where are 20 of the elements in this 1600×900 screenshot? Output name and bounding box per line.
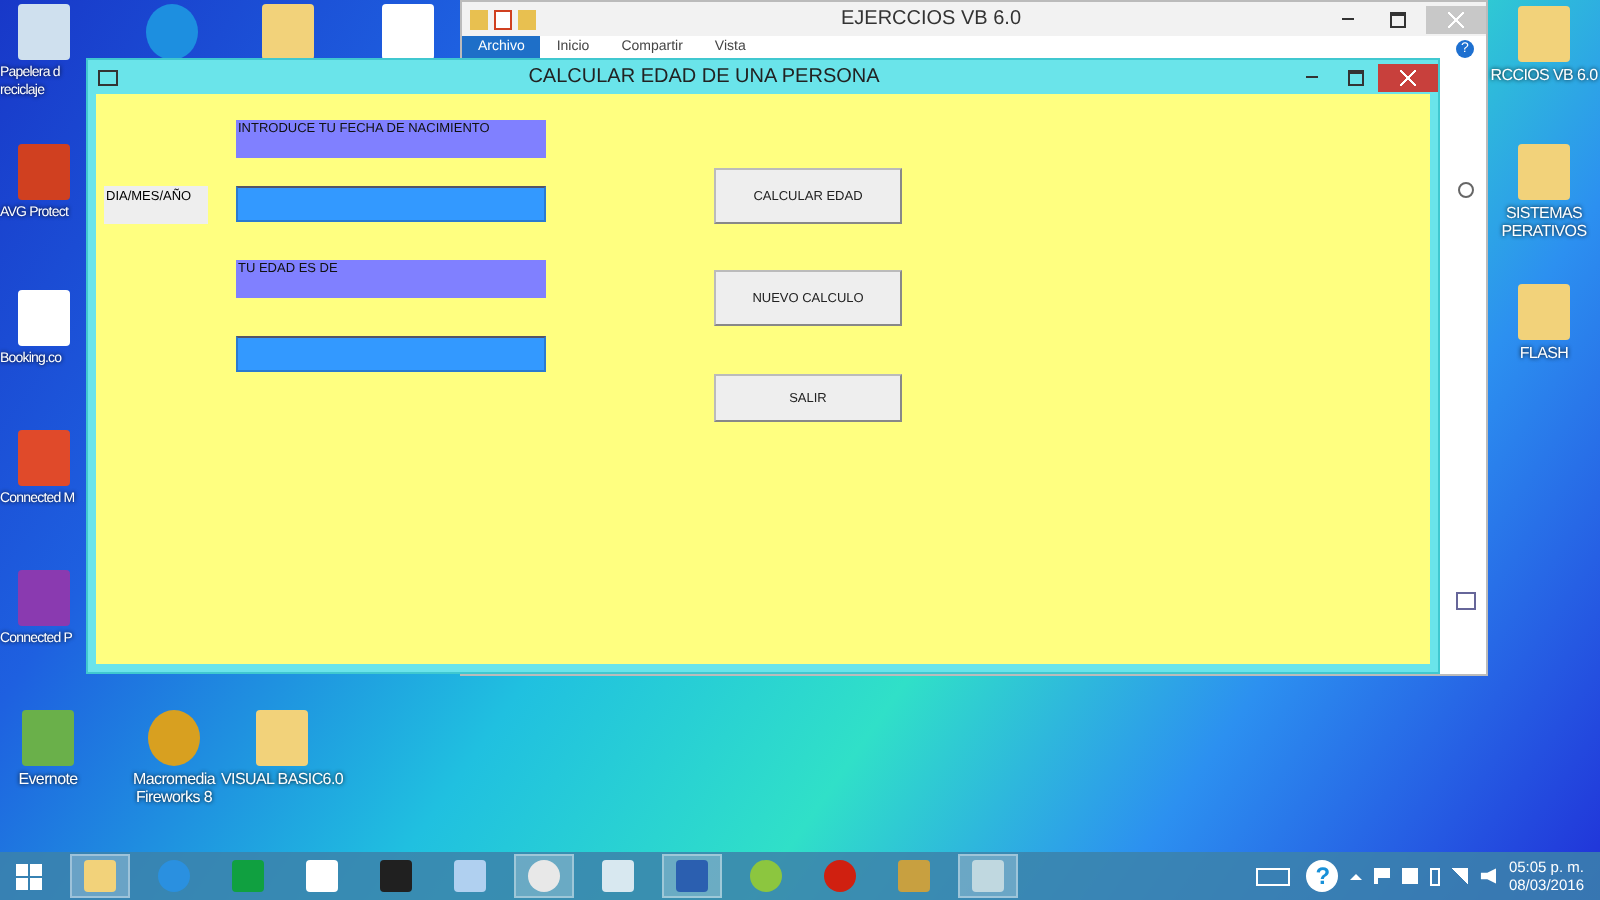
app-icon [98, 69, 118, 85]
view-icon[interactable] [1456, 592, 1476, 610]
close-button[interactable] [1378, 63, 1438, 91]
desktop-icon-label: SISTEMAS [1505, 204, 1583, 222]
input-field[interactable] [236, 336, 546, 372]
search-icon[interactable] [1458, 182, 1474, 198]
input-field[interactable] [236, 186, 546, 222]
battery-icon[interactable] [1430, 867, 1441, 885]
caret-icon[interactable] [1350, 873, 1363, 879]
desktop-icon-label: Evernote [18, 770, 78, 788]
window-title: EJERCCIOS VB 6.0 [838, 8, 1024, 30]
desktop-icon-label: RCCIOS VB 6.0 [1490, 66, 1598, 84]
desktop-icon-label: PERATIVOS [1501, 222, 1587, 240]
desktop-icon-label: Macromedia [132, 770, 216, 788]
window-title: CALCULAR EDAD DE UNA PERSONA [526, 66, 882, 88]
keyboard-icon[interactable] [1256, 867, 1291, 885]
desktop-icon-label: Fireworks 8 [135, 788, 213, 806]
speaker-icon[interactable] [1480, 868, 1497, 884]
desktop-icon-label: FLASH [1519, 344, 1569, 362]
desktop-icon-label: VISUAL BASIC6.0 [221, 770, 344, 788]
